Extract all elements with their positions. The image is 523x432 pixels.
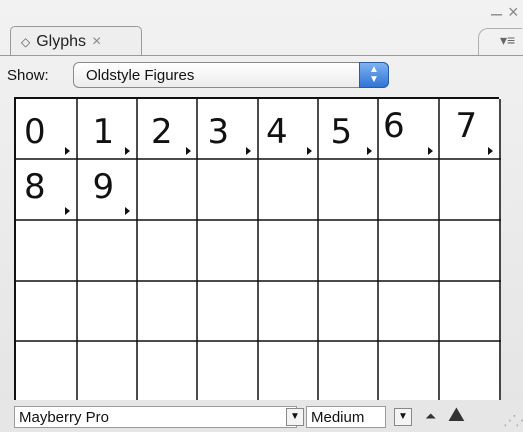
- glyph-cell[interactable]: 3: [198, 99, 259, 160]
- alternates-triangle-icon[interactable]: [367, 146, 372, 155]
- glyph-cell[interactable]: 2: [137, 99, 198, 160]
- close-window-icon[interactable]: ×: [508, 2, 519, 22]
- alternates-triangle-icon[interactable]: [427, 146, 433, 155]
- font-style-field[interactable]: Medium: [306, 406, 386, 428]
- show-label: Show:: [7, 67, 49, 84]
- glyph-character: 7: [455, 106, 478, 146]
- panel-menu-icon[interactable]: ▾≡: [500, 29, 520, 51]
- alternates-triangle-icon[interactable]: [64, 146, 70, 155]
- show-select-value: Oldstyle Figures: [86, 67, 195, 84]
- alternates-triangle-icon[interactable]: [185, 146, 191, 155]
- show-select[interactable]: Oldstyle Figures ▲ ▼: [73, 62, 389, 88]
- glyph-character: 9: [92, 166, 115, 207]
- zoom-in-icon[interactable]: ⛰: [448, 404, 465, 427]
- glyph-character: 5: [330, 112, 353, 152]
- glyph-character: 0: [24, 112, 46, 152]
- glyph-grid: 0 1234 56 7 8 9: [14, 97, 501, 402]
- glyph-cell[interactable]: 7: [440, 99, 501, 160]
- glyph-character: 8: [24, 166, 46, 207]
- glyphs-panel: – × ◇ Glyphs × ▾≡ Show: Oldstyle Figures…: [0, 0, 523, 432]
- glyph-character: 4: [266, 112, 288, 152]
- tab-title: Glyphs: [36, 32, 87, 50]
- alternates-triangle-icon[interactable]: [64, 207, 70, 215]
- font-family-field[interactable]: Mayberry Pro: [14, 406, 297, 428]
- tab-divider: [0, 55, 523, 56]
- alternates-triangle-icon[interactable]: [246, 146, 251, 155]
- glyph-cell[interactable]: 5: [319, 99, 380, 160]
- glyph-cell[interactable]: 0: [16, 99, 77, 160]
- glyph-cell[interactable]: 1: [77, 99, 138, 160]
- glyph-cell[interactable]: 4: [258, 99, 319, 160]
- alternates-triangle-icon[interactable]: [125, 146, 130, 155]
- minimize-icon[interactable]: –: [491, 4, 502, 24]
- tab-close-icon[interactable]: ×: [92, 33, 101, 51]
- glyph-character: 3: [207, 112, 230, 152]
- glyph-cell[interactable]: 8: [16, 160, 77, 221]
- glyph-character: 2: [151, 112, 173, 152]
- glyph-character: 1: [92, 112, 115, 152]
- font-style-dropdown-icon[interactable]: ▼: [394, 408, 412, 426]
- glyph-cell[interactable]: 6: [379, 99, 440, 160]
- zoom-out-icon[interactable]: ⏶: [425, 408, 436, 425]
- glyph-cell[interactable]: 9: [77, 160, 138, 221]
- tab-expand-icon[interactable]: ◇: [21, 35, 30, 49]
- select-stepper-icon[interactable]: ▲ ▼: [359, 62, 389, 88]
- alternates-triangle-icon[interactable]: [306, 146, 312, 155]
- alternates-triangle-icon[interactable]: [488, 146, 493, 155]
- font-family-dropdown-icon[interactable]: ▼: [286, 408, 304, 426]
- tab-glyphs[interactable]: ◇ Glyphs ×: [10, 26, 142, 56]
- alternates-triangle-icon[interactable]: [125, 207, 130, 215]
- glyph-character: 6: [383, 106, 405, 146]
- resize-grip-icon[interactable]: ⋰⋰: [503, 412, 523, 429]
